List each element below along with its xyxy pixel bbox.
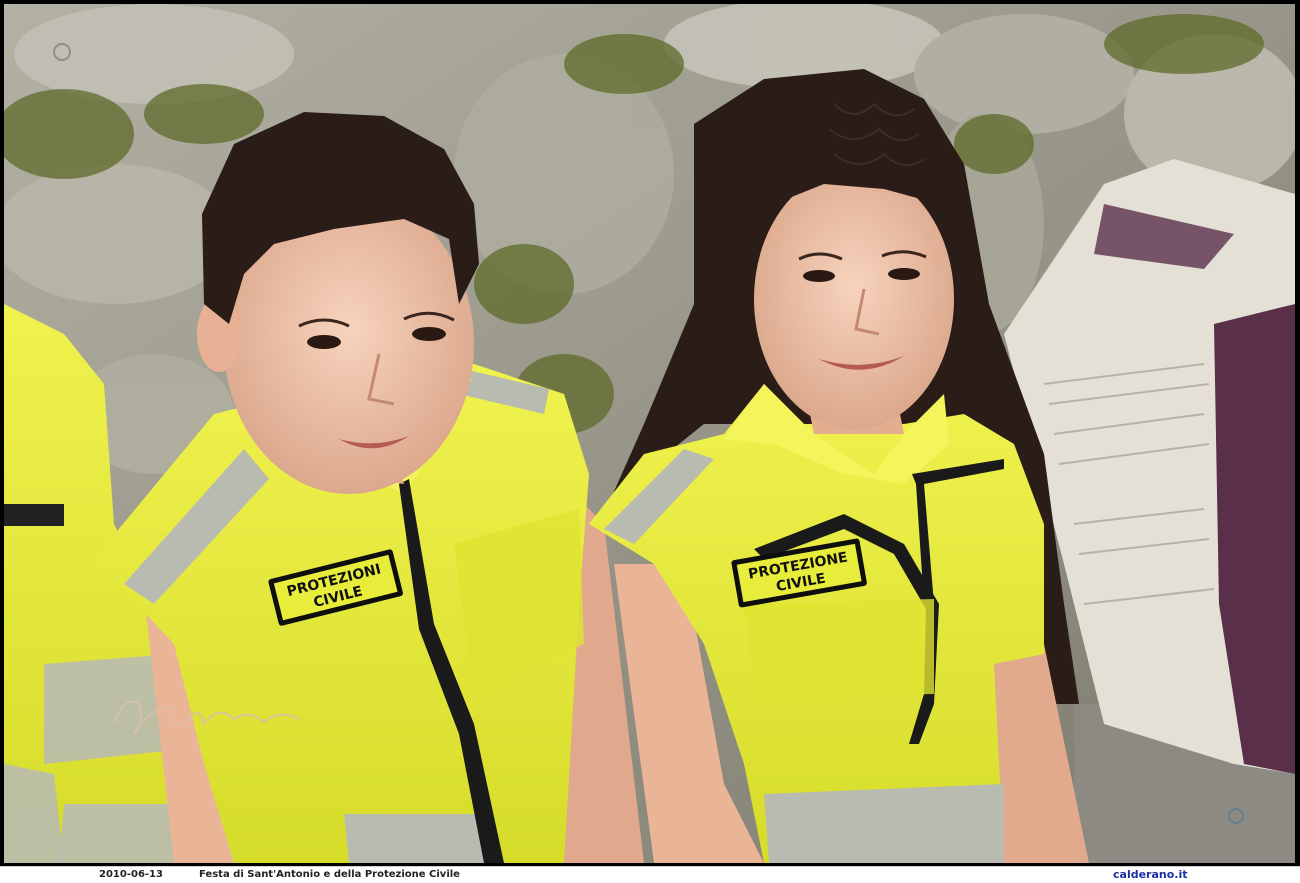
caption-title: Festa di Sant'Antonio e della Protezione… xyxy=(199,869,460,880)
photo-frame: PROTEZIONI CIVILE PROTEZIONE CIVILE xyxy=(0,0,1300,882)
caption-date: 2010-06-13 xyxy=(99,869,163,880)
photo: PROTEZIONI CIVILE PROTEZIONE CIVILE xyxy=(4,4,1295,863)
caption-site-link[interactable]: calderano.it xyxy=(1113,868,1188,882)
caption-bar: 2010-06-13 Festa di Sant'Antonio e della… xyxy=(0,866,1300,883)
photo-illustration: PROTEZIONI CIVILE PROTEZIONE CIVILE xyxy=(4,4,1295,863)
